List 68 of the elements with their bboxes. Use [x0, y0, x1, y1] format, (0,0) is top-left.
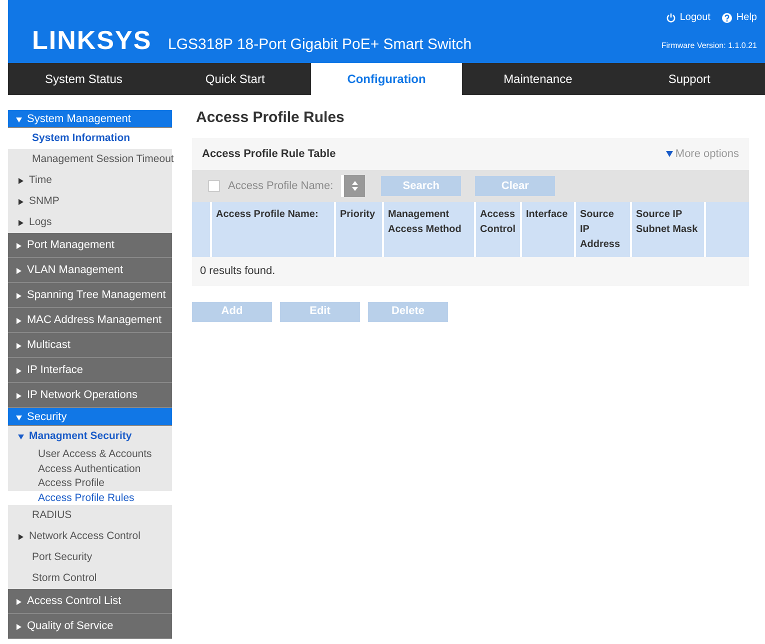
product-title: LGS318P 18-Port Gigabit PoE+ Smart Switch: [168, 35, 472, 55]
column-header: Access Control: [474, 202, 520, 257]
nav-tab[interactable]: System Status: [8, 63, 160, 95]
caret-icon: [16, 393, 22, 400]
caret-icon: [16, 117, 22, 124]
nav-tab[interactable]: Support: [614, 63, 765, 95]
sidebar-item[interactable]: Storm Control: [8, 568, 172, 589]
column-header: Source IP Subnet Mask: [630, 202, 704, 257]
results-text: 0 results found.: [199, 264, 276, 279]
sidebar-item[interactable]: SNMP: [8, 191, 172, 212]
header-link[interactable]: Logout: [666, 10, 710, 25]
column-header: Interface: [520, 202, 574, 257]
panel-title: Access Profile Rule Table: [202, 146, 336, 162]
caret-icon: [16, 293, 22, 300]
sidebar-item[interactable]: Access Profile: [8, 476, 172, 490]
caret-icon: [16, 343, 22, 350]
sidebar-item[interactable]: Managment Security: [8, 426, 172, 447]
sidebar-item[interactable]: Logs: [8, 212, 172, 233]
spinner-control[interactable]: [341, 175, 366, 197]
caret-icon: [18, 434, 24, 440]
sidebar-group[interactable]: Security: [8, 408, 172, 426]
caret-icon: [18, 178, 24, 184]
caret-icon: [16, 415, 22, 422]
column-header: Access Profile Name:: [210, 202, 334, 257]
column-header: Priority: [334, 202, 382, 257]
sidebar-item[interactable]: User Access & Accounts: [8, 447, 172, 462]
sidebar-group[interactable]: Access Control List: [8, 589, 172, 614]
spinner-arrows-icon: [352, 180, 358, 192]
caret-icon: [666, 150, 674, 157]
sidebar-item[interactable]: Network Access Control: [8, 526, 172, 547]
sidebar-item[interactable]: Time: [8, 170, 172, 191]
nav-tab[interactable]: Configuration: [310, 63, 462, 95]
caret-icon: [18, 199, 24, 206]
help-icon: [722, 12, 732, 22]
caret-icon: [18, 534, 24, 540]
column-header: Management Access Method: [382, 202, 474, 257]
sidebar-item[interactable]: Access Authentication: [8, 462, 172, 476]
sidebar-item[interactable]: Port Security: [8, 547, 172, 568]
sidebar-item[interactable]: Access Profile Rules: [8, 490, 172, 505]
power-icon: [666, 12, 676, 22]
caret-icon: [16, 599, 22, 606]
sidebar-group[interactable]: IP Network Operations: [8, 383, 172, 408]
caret-icon: [18, 220, 24, 226]
more-options-link[interactable]: More options: [666, 146, 739, 162]
page-title: Access Profile Rules: [196, 108, 346, 128]
sidebar-group[interactable]: VLAN Management: [8, 258, 172, 283]
firmware-version: Firmware Version: 1.1.0.21: [661, 40, 757, 52]
brand-logo: LINKSYS: [32, 27, 152, 53]
sidebar-item[interactable]: Management Session Timeout: [8, 149, 172, 170]
sidebar-group[interactable]: Quality of Service: [8, 614, 172, 639]
sidebar-group[interactable]: Multicast: [8, 333, 172, 358]
caret-icon: [16, 243, 22, 250]
nav-tab[interactable]: Maintenance: [462, 63, 614, 95]
caret-icon: [16, 268, 22, 274]
header-link[interactable]: Help: [722, 10, 757, 25]
sidebar-group[interactable]: Spanning Tree Management: [8, 283, 172, 308]
sidebar-group[interactable]: System Management: [8, 110, 172, 128]
nav-tab[interactable]: Quick Start: [159, 63, 311, 95]
sidebar-item[interactable]: System Information: [8, 128, 172, 149]
sidebar-group[interactable]: IP Interface: [8, 358, 172, 383]
sidebar-item[interactable]: RADIUS: [8, 505, 172, 526]
caret-icon: [16, 624, 22, 630]
filter-label: Access Profile Name:: [228, 178, 334, 194]
caret-icon: [16, 368, 22, 374]
sidebar-group[interactable]: MAC Address Management: [8, 308, 172, 333]
caret-icon: [16, 318, 22, 324]
column-header: Source IP Address: [574, 202, 630, 257]
sidebar-group[interactable]: Port Management: [8, 233, 172, 258]
